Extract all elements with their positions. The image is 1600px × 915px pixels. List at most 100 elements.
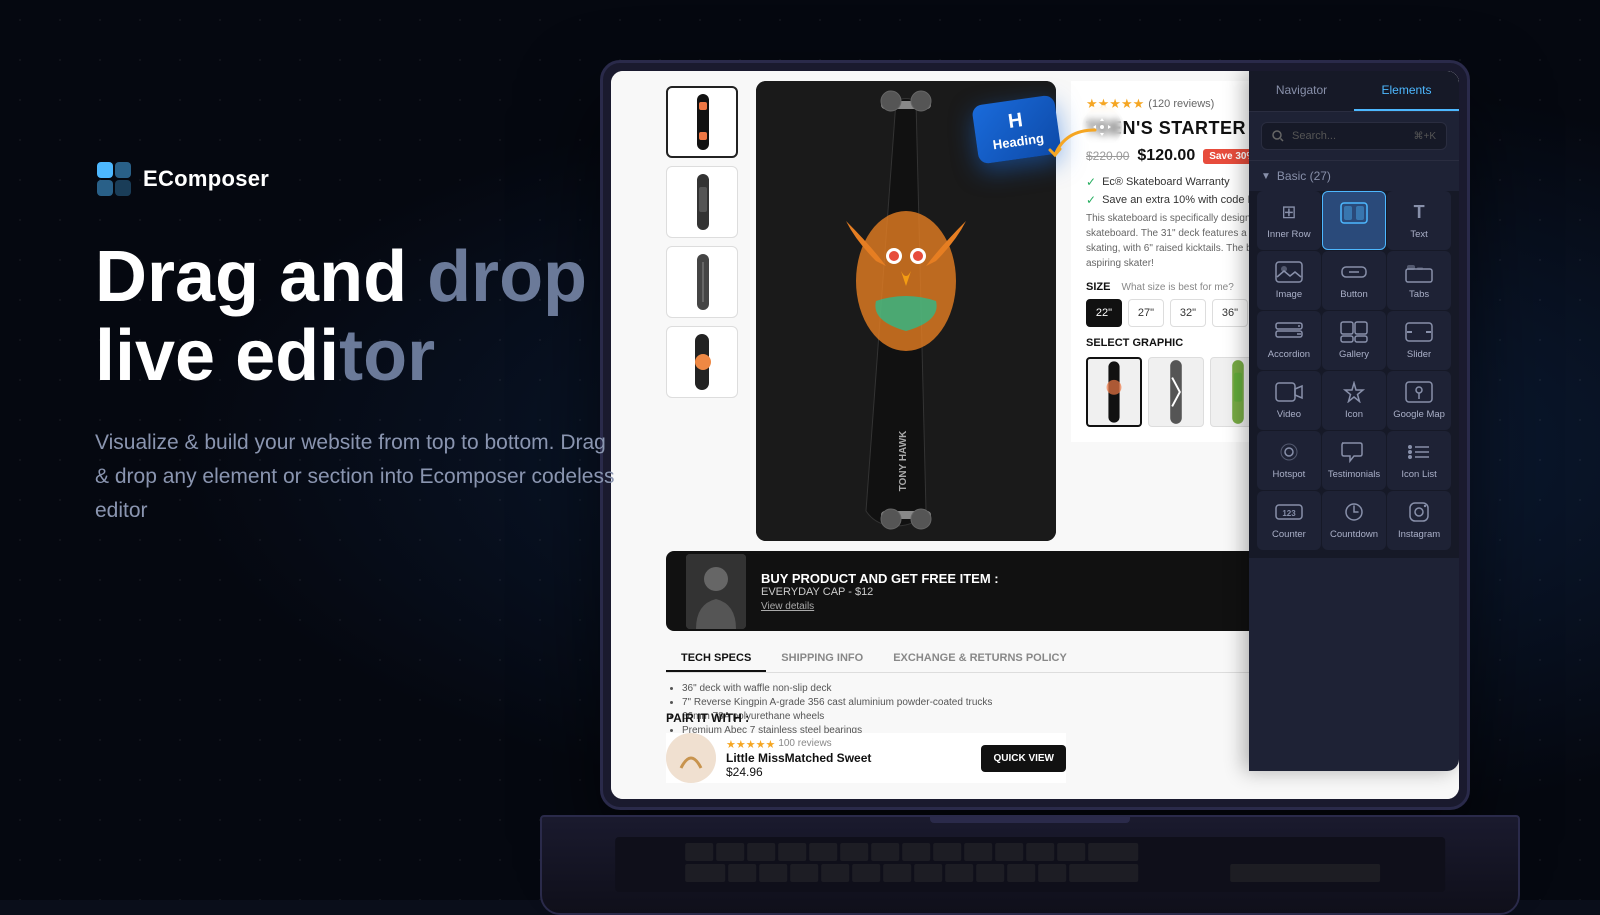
element-accordion[interactable]: Accordion — [1257, 311, 1321, 370]
hero-word-live: live edi — [95, 316, 339, 396]
logo-icon — [95, 160, 133, 198]
size-guide: What size is best for me? — [1122, 282, 1234, 293]
counter-icon: 123 — [1275, 501, 1303, 523]
inner-row-icon — [1275, 201, 1303, 223]
hero-word-tor: tor — [339, 316, 435, 396]
element-testimonials-label: Testimonials — [1328, 469, 1380, 480]
discount-text: Save an extra 10% with code FA... — [1102, 194, 1270, 206]
element-google-map[interactable]: Google Map — [1387, 371, 1451, 430]
pair-product-details: ★★★★★ 100 reviews Little MissMatched Swe… — [726, 738, 871, 779]
keyboard-hinge — [930, 817, 1130, 823]
countdown-icon-svg — [1340, 501, 1368, 523]
search-box[interactable]: Search... ⌘+K — [1261, 122, 1447, 150]
column-icon — [1340, 202, 1368, 224]
element-hotspot[interactable]: Hotspot — [1257, 431, 1321, 490]
iconlist-icon-svg — [1405, 441, 1433, 463]
thumb-item-4[interactable] — [666, 326, 738, 398]
element-countdown[interactable]: Countdown — [1322, 491, 1386, 550]
element-instagram-label: Instagram — [1398, 529, 1440, 540]
element-counter[interactable]: 123 Counter — [1257, 491, 1321, 550]
tab-navigator[interactable]: Navigator — [1249, 71, 1354, 111]
button-icon-svg — [1340, 261, 1368, 283]
quick-view-button[interactable]: QUICK VIEW — [981, 745, 1066, 772]
size-btn-27[interactable]: 27" — [1128, 299, 1164, 327]
hero-word-drag: Drag and — [95, 237, 427, 317]
pair-product-image — [666, 733, 716, 783]
thumb-sidebar — [666, 86, 738, 398]
size-btn-36[interactable]: 36" — [1212, 299, 1248, 327]
hero-word-drop: drop — [427, 237, 587, 317]
hero-title: Drag and drop live editor — [95, 238, 615, 396]
element-icon-list[interactable]: Icon List — [1387, 431, 1451, 490]
hotspot-icon-svg — [1275, 441, 1303, 463]
element-text-label: Text — [1410, 229, 1427, 240]
pair-label: PAIR IT WITH : — [666, 711, 1066, 725]
thumb-board-3 — [677, 252, 727, 312]
laptop-keyboard — [540, 815, 1520, 915]
graphic-item-2[interactable] — [1148, 357, 1204, 427]
thumb-board-2 — [677, 172, 727, 232]
arrow-svg — [1045, 125, 1105, 165]
element-gallery-label: Gallery — [1339, 349, 1369, 360]
video-icon-svg — [1275, 381, 1303, 403]
thumb-item-3[interactable] — [666, 246, 738, 318]
price-new: $120.00 — [1137, 147, 1195, 165]
testimonials-icon — [1340, 441, 1368, 463]
hero-title-line1: Drag and drop — [95, 238, 615, 317]
tabs-icon-svg — [1405, 261, 1433, 283]
counter-icon-svg: 123 — [1275, 501, 1303, 523]
element-gallery[interactable]: Gallery — [1322, 311, 1386, 370]
laptop-container: H Heading — [600, 60, 1600, 880]
thumb-item-1[interactable] — [666, 86, 738, 158]
pair-stars: ★★★★★ 100 reviews — [726, 738, 871, 751]
section-label: Basic (27) — [1277, 169, 1331, 183]
accordion-icon-svg — [1275, 321, 1303, 343]
element-tabs-label: Tabs — [1409, 289, 1429, 300]
tab-tech-specs[interactable]: TECH SPECS — [666, 646, 766, 672]
element-icon[interactable]: Icon — [1322, 371, 1386, 430]
search-icon — [1272, 130, 1284, 142]
hero-title-line2: live editor — [95, 317, 615, 396]
icon-icon — [1340, 381, 1368, 403]
element-image-label: Image — [1276, 289, 1302, 300]
element-icon-list-label: Icon List — [1401, 469, 1436, 480]
element-accordion-label: Accordion — [1268, 349, 1310, 360]
laptop-frame: TONY HAWK ★★★★★ (120 reviews) TEEN'S STA… — [600, 60, 1470, 810]
element-text[interactable]: Text — [1387, 191, 1451, 250]
warranty-icon: ✓ — [1086, 175, 1096, 189]
pair-product-name: Little MissMatched Sweet — [726, 751, 871, 765]
thumb-item-2[interactable] — [666, 166, 738, 238]
size-btn-32[interactable]: 32" — [1170, 299, 1206, 327]
element-slider[interactable]: Slider — [1387, 311, 1451, 370]
column-icon-svg — [1340, 202, 1368, 224]
element-instagram[interactable]: Instagram — [1387, 491, 1451, 550]
size-btn-22[interactable]: 22" — [1086, 299, 1122, 327]
instagram-icon-svg — [1405, 501, 1433, 523]
element-inner-row[interactable]: Inner Row — [1257, 191, 1321, 250]
pair-section: PAIR IT WITH : ★★★★★ 100 reviews Little … — [666, 711, 1066, 783]
element-column[interactable] — [1322, 191, 1386, 250]
element-image[interactable]: Image — [1257, 251, 1321, 310]
slider-icon — [1405, 321, 1433, 343]
instagram-icon — [1405, 501, 1433, 523]
graphic-item-1[interactable] — [1086, 357, 1142, 427]
tab-elements[interactable]: Elements — [1354, 71, 1459, 111]
hero-description: Visualize & build your website from top … — [95, 426, 615, 527]
element-button-label: Button — [1340, 289, 1367, 300]
element-testimonials[interactable]: Testimonials — [1322, 431, 1386, 490]
tab-shipping-info[interactable]: SHIPPING INFO — [766, 646, 878, 672]
element-video-label: Video — [1277, 409, 1301, 420]
image-icon — [1275, 261, 1303, 283]
tab-exchange-returns[interactable]: EXCHANGE & RETURNS POLICY — [878, 646, 1082, 672]
google-map-icon — [1405, 381, 1433, 403]
promo-person-image — [686, 554, 746, 629]
icon-icon-svg — [1340, 381, 1368, 403]
element-tabs[interactable]: Tabs — [1387, 251, 1451, 310]
panel-tabs: Navigator Elements — [1249, 71, 1459, 112]
promo-person-svg — [686, 554, 746, 629]
map-icon-svg — [1405, 381, 1433, 403]
element-button[interactable]: Button — [1322, 251, 1386, 310]
element-video[interactable]: Video — [1257, 371, 1321, 430]
discount-icon: ✓ — [1086, 193, 1096, 207]
image-icon-svg — [1275, 261, 1303, 283]
